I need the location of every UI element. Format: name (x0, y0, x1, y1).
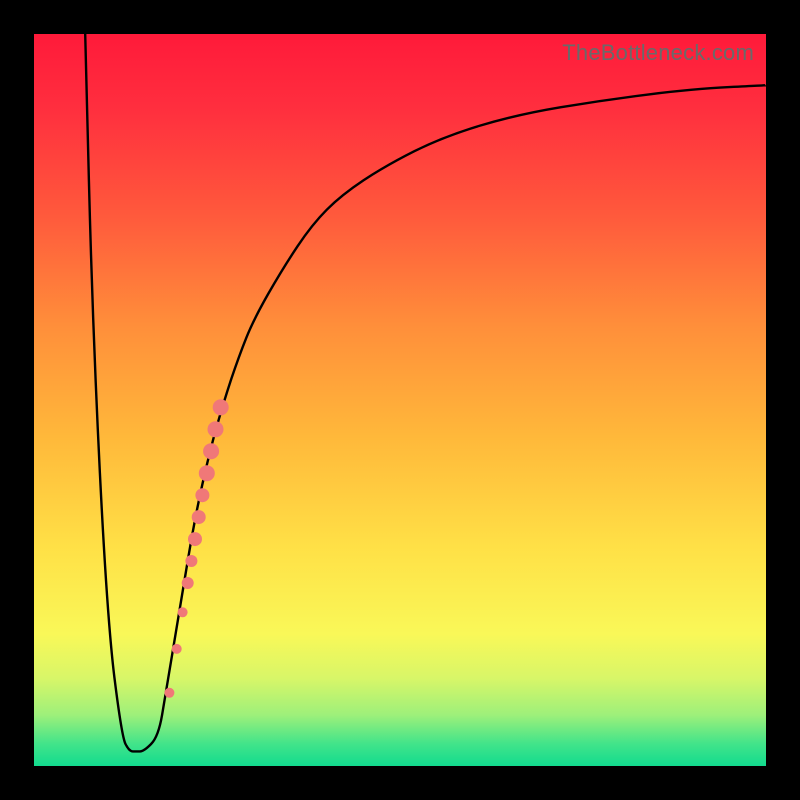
chart-frame: TheBottleneck.com (0, 0, 800, 800)
data-marker (178, 607, 188, 617)
data-marker (192, 510, 206, 524)
data-marker (199, 465, 215, 481)
data-marker (188, 532, 202, 546)
data-marker (213, 399, 229, 415)
data-marker (195, 488, 209, 502)
data-marker (208, 421, 224, 437)
data-marker (185, 555, 197, 567)
marker-cluster (164, 399, 228, 698)
data-marker (203, 443, 219, 459)
curve-layer (34, 34, 766, 766)
plot-area: TheBottleneck.com (34, 34, 766, 766)
data-marker (172, 644, 182, 654)
data-marker (164, 688, 174, 698)
bottleneck-curve (85, 34, 766, 751)
data-marker (182, 577, 194, 589)
